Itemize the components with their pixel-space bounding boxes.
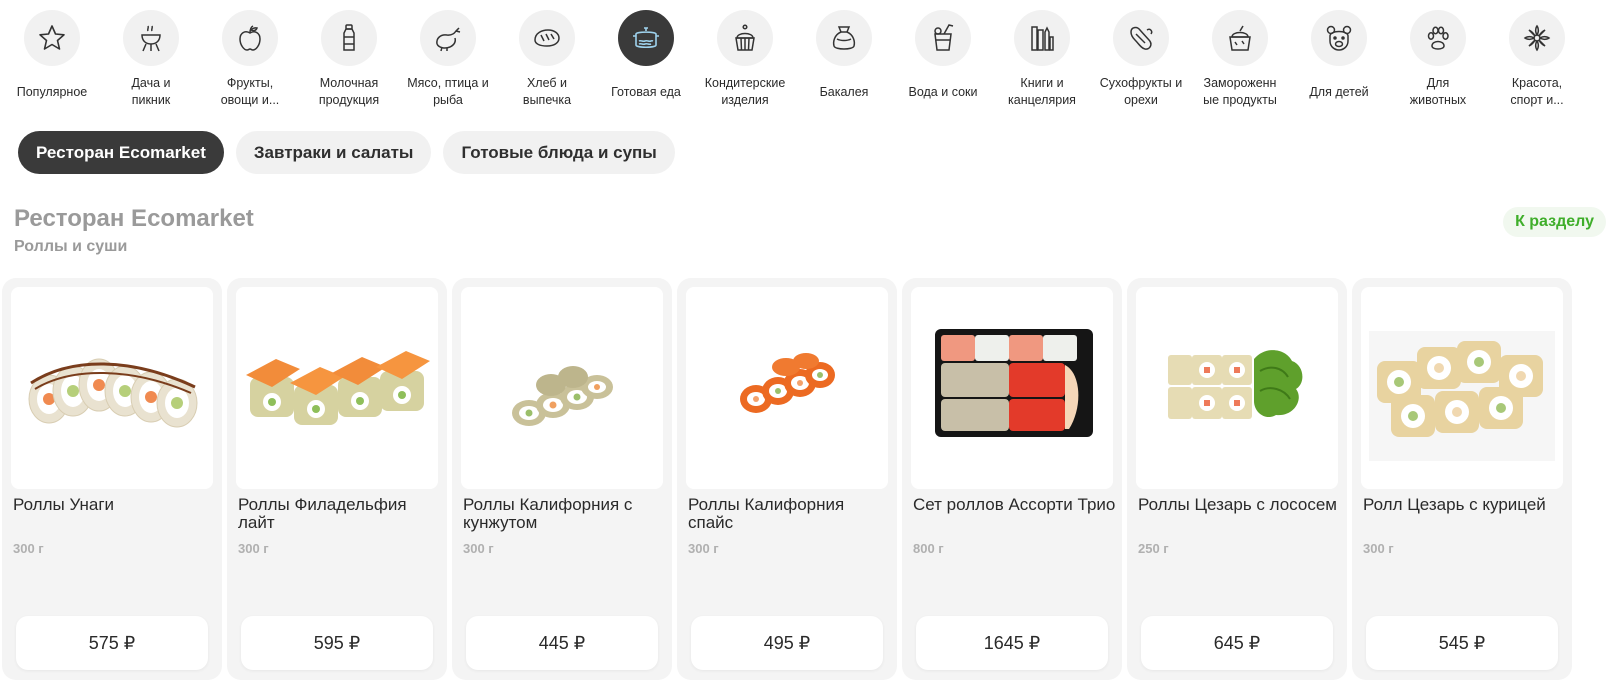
category-dacha[interactable]: Дача и пикник — [101, 10, 201, 109]
category-confectionery[interactable]: Кондитерские изделия — [695, 10, 795, 109]
product-image-unagi-rolls[interactable] — [11, 287, 213, 489]
category-label: Дача и пикник — [131, 76, 171, 107]
product-name: Роллы Унаги — [13, 495, 115, 514]
grill-icon — [123, 10, 179, 66]
product-price-button[interactable]: 445 ₽ — [466, 616, 658, 670]
category-grocery[interactable]: Бакалея — [794, 10, 894, 109]
flower-icon — [1509, 10, 1565, 66]
product-image-caesar-chicken-rolls[interactable] — [1361, 287, 1563, 489]
product-name: Сет роллов Ассорти Трио — [913, 495, 1116, 514]
paw-icon — [1410, 10, 1466, 66]
bread-icon — [519, 10, 575, 66]
category-pets[interactable]: Для животных — [1388, 10, 1488, 109]
product-weight: 800 г — [913, 541, 944, 556]
category-frozen[interactable]: Замороженн ые продукты — [1190, 10, 1290, 109]
pot-icon — [618, 10, 674, 66]
to-section-link[interactable]: К разделу — [1503, 207, 1606, 237]
product-price-button[interactable]: 495 ₽ — [691, 616, 883, 670]
product-price-button[interactable]: 545 ₽ — [1366, 616, 1558, 670]
star-icon — [24, 10, 80, 66]
category-ready-food[interactable]: Готовая еда — [596, 10, 696, 109]
category-nuts[interactable]: Сухофрукты и орехи — [1091, 10, 1191, 109]
product-image-assorti-trio-set[interactable] — [911, 287, 1113, 489]
sack-icon — [816, 10, 872, 66]
product-image-philadelphia-rolls[interactable] — [236, 287, 438, 489]
milk-bottle-icon — [321, 10, 377, 66]
category-label: Красота, спорт и... — [1510, 76, 1564, 107]
category-label: Кондитерские изделия — [704, 76, 786, 107]
category-label: Мясо, птица и рыба — [407, 76, 489, 107]
product-card[interactable]: Сет роллов Ассорти Трио 800 г 1645 ₽ — [902, 278, 1122, 680]
product-card[interactable]: Ролл Цезарь с курицей 300 г 545 ₽ — [1352, 278, 1572, 680]
category-strip: Популярное Дача и пикник Фрукты, овощи и… — [2, 10, 1620, 115]
category-beauty[interactable]: Красота, спорт и... — [1487, 10, 1587, 109]
product-carousel: Роллы Унаги 300 г 575 ₽ Роллы Филадельфи… — [2, 278, 1620, 680]
category-label: Сухофрукты и орехи — [1099, 76, 1183, 107]
product-price-button[interactable]: 645 ₽ — [1141, 616, 1333, 670]
category-fruits[interactable]: Фрукты, овощи и... — [200, 10, 300, 109]
category-books[interactable]: Книги и канцелярия — [992, 10, 1092, 109]
product-card[interactable]: Роллы Калифорния спайс 300 г 495 ₽ — [677, 278, 897, 680]
tab-breakfast-salads[interactable]: Завтраки и салаты — [235, 131, 432, 174]
category-label: Фрукты, овощи и... — [220, 76, 280, 107]
category-bread[interactable]: Хлеб и выпечка — [497, 10, 597, 109]
product-weight: 300 г — [238, 541, 269, 556]
category-dairy[interactable]: Молочная продукция — [299, 10, 399, 109]
category-kids[interactable]: Для детей — [1289, 10, 1389, 109]
product-name: Роллы Калифорния спайс — [688, 495, 845, 532]
product-image-caesar-salmon-rolls[interactable] — [1136, 287, 1338, 489]
section-title: Ресторан Ecomarket — [14, 205, 254, 232]
category-label: Вода и соки — [908, 84, 978, 99]
product-card[interactable]: Роллы Цезарь с лососем 250 г 645 ₽ — [1127, 278, 1347, 680]
product-price-button[interactable]: 1645 ₽ — [916, 616, 1108, 670]
chicken-icon — [420, 10, 476, 66]
product-weight: 300 г — [463, 541, 494, 556]
cupcake-icon — [717, 10, 773, 66]
category-label: Молочная продукция — [318, 76, 380, 107]
product-name: Роллы Филадельфия лайт — [238, 495, 407, 532]
product-price-button[interactable]: 575 ₽ — [16, 616, 208, 670]
product-price-button[interactable]: 595 ₽ — [241, 616, 433, 670]
category-label: Хлеб и выпечка — [522, 76, 572, 107]
category-label: Замороженн ые продукты — [1203, 76, 1277, 107]
category-water-juice[interactable]: Вода и соки — [893, 10, 993, 109]
product-name: Ролл Цезарь с курицей — [1363, 495, 1546, 514]
product-card[interactable]: Роллы Филадельфия лайт 300 г 595 ₽ — [227, 278, 447, 680]
product-image-california-sesame-rolls[interactable] — [461, 287, 663, 489]
product-image-california-spice-rolls[interactable] — [686, 287, 888, 489]
product-name: Роллы Калифорния с кунжутом — [463, 495, 633, 532]
subcategory-tabs: Ресторан Ecomarket Завтраки и салаты Гот… — [18, 131, 675, 174]
product-name: Роллы Цезарь с лососем — [1138, 495, 1337, 514]
category-label: Книги и канцелярия — [1008, 76, 1076, 107]
category-label: Для детей — [1309, 84, 1369, 99]
product-card[interactable]: Роллы Калифорния с кунжутом 300 г 445 ₽ — [452, 278, 672, 680]
bear-icon — [1311, 10, 1367, 66]
tab-ready-meals-soups[interactable]: Готовые блюда и супы — [443, 131, 675, 174]
category-label: Бакалея — [819, 84, 869, 99]
ice-cream-icon — [1212, 10, 1268, 66]
category-meat[interactable]: Мясо, птица и рыба — [398, 10, 498, 109]
product-weight: 300 г — [1363, 541, 1394, 556]
stationery-icon — [1014, 10, 1070, 66]
category-label: Популярное — [16, 84, 88, 99]
product-weight: 300 г — [13, 541, 44, 556]
section-subtitle: Роллы и суши — [14, 238, 128, 255]
category-label: Готовая еда — [611, 84, 681, 99]
category-popular[interactable]: Популярное — [2, 10, 102, 109]
category-label: Для животных — [1409, 76, 1467, 107]
product-card[interactable]: Роллы Унаги 300 г 575 ₽ — [2, 278, 222, 680]
product-weight: 250 г — [1138, 541, 1169, 556]
product-weight: 300 г — [688, 541, 719, 556]
nuts-icon — [1113, 10, 1169, 66]
apple-icon — [222, 10, 278, 66]
drink-icon — [915, 10, 971, 66]
tab-restaurant-ecomarket[interactable]: Ресторан Ecomarket — [18, 131, 224, 174]
